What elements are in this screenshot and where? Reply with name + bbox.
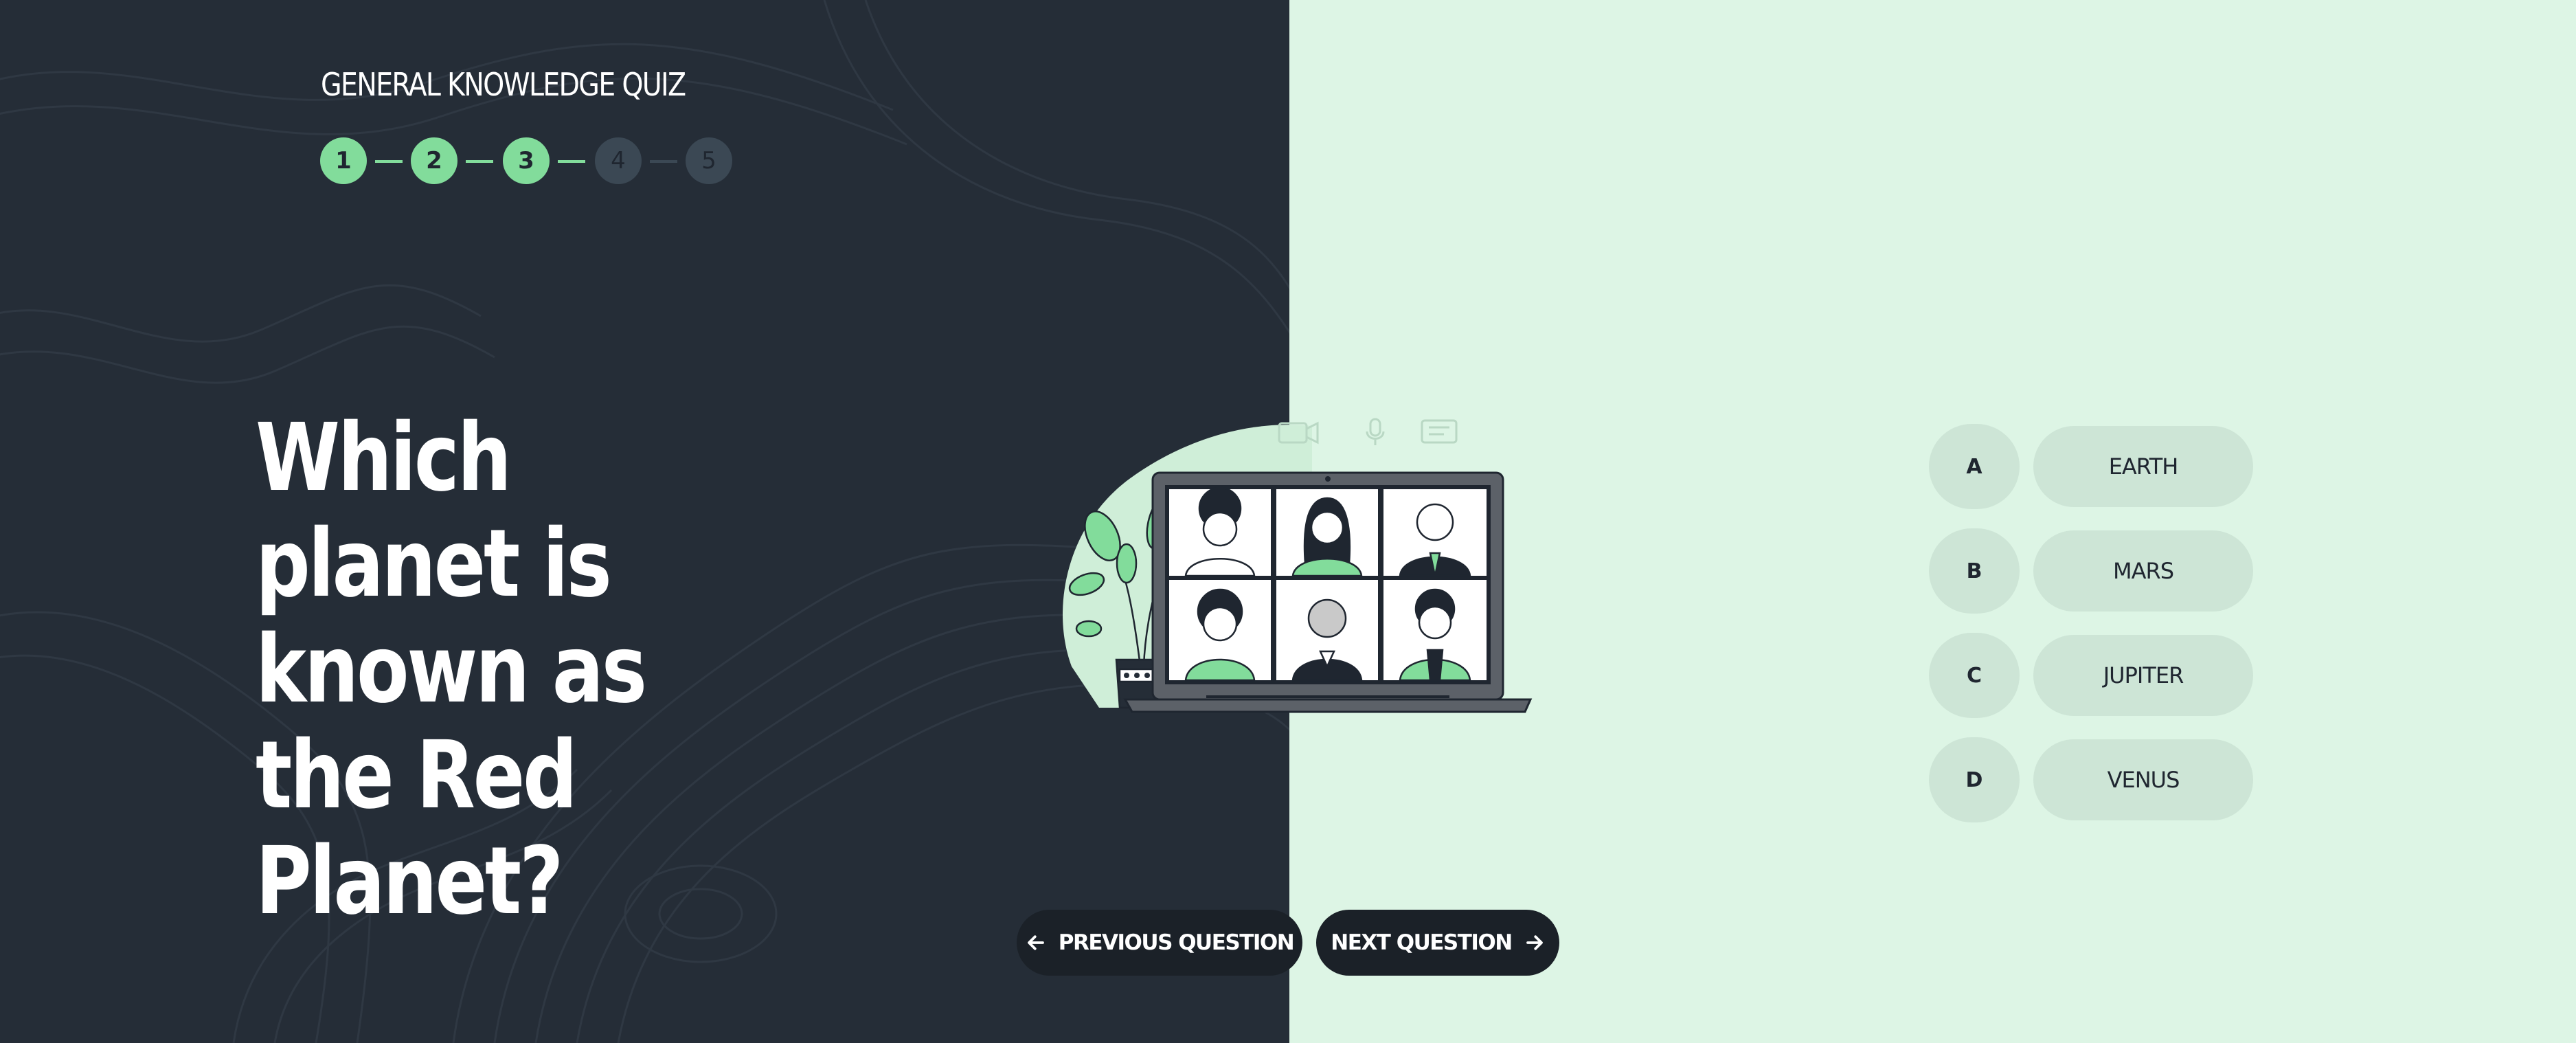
option-answer[interactable]: EARTH: [2033, 426, 2253, 507]
quiz-page: GENERAL KNOWLEDGE QUIZ 1 2 3 4 5 Which p…: [0, 0, 2576, 1043]
step-connector: [375, 160, 403, 163]
step-1: 1: [320, 137, 367, 184]
option-letter[interactable]: A: [1929, 424, 2020, 509]
option-a[interactable]: A EARTH: [1929, 424, 2259, 509]
arrow-left-icon: [1027, 935, 1044, 950]
video-call-illustration: [1062, 418, 1533, 713]
question-text: Which planet is known as the Red Planet?: [256, 404, 647, 936]
previous-question-button[interactable]: PREVIOUS QUESTION: [1017, 910, 1302, 976]
option-answer[interactable]: MARS: [2033, 530, 2253, 612]
step-5: 5: [686, 137, 732, 184]
step-3: 3: [503, 137, 550, 184]
step-connector: [466, 160, 493, 163]
arrow-right-icon: [1526, 935, 1543, 950]
next-question-button[interactable]: NEXT QUESTION: [1316, 910, 1559, 976]
quiz-title: GENERAL KNOWLEDGE QUIZ: [321, 66, 686, 103]
option-d[interactable]: D VENUS: [1929, 737, 2259, 822]
option-letter[interactable]: B: [1929, 528, 2020, 614]
step-connector: [650, 160, 677, 163]
previous-question-label: PREVIOUS QUESTION: [1058, 930, 1295, 955]
option-c[interactable]: C JUPITER: [1929, 633, 2259, 718]
next-question-label: NEXT QUESTION: [1331, 930, 1513, 955]
option-answer[interactable]: JUPITER: [2033, 635, 2253, 716]
option-letter[interactable]: D: [1929, 737, 2020, 822]
option-letter[interactable]: C: [1929, 633, 2020, 718]
option-answer[interactable]: VENUS: [2033, 739, 2253, 820]
option-b[interactable]: B MARS: [1929, 528, 2259, 614]
step-connector: [558, 160, 585, 163]
step-4: 4: [595, 137, 642, 184]
step-2: 2: [411, 137, 457, 184]
